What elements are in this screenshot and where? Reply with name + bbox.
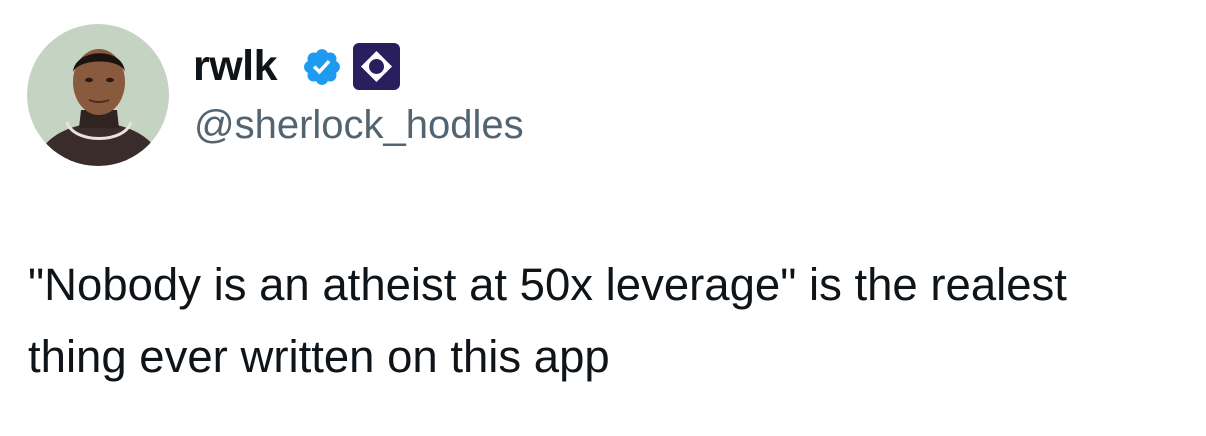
avatar-image (27, 24, 169, 166)
verified-badge-icon (304, 49, 340, 85)
display-name[interactable]: rwlk (193, 40, 278, 92)
avatar[interactable] (27, 24, 169, 166)
tweet-card: rwlk @sherlock_hodles "Nobody is an athe… (0, 0, 1206, 436)
affiliate-org-badge-icon[interactable] (352, 42, 401, 91)
user-handle[interactable]: @sherlock_hodles (194, 100, 524, 150)
tweet-text: "Nobody is an atheist at 50x leverage" i… (28, 259, 1067, 382)
